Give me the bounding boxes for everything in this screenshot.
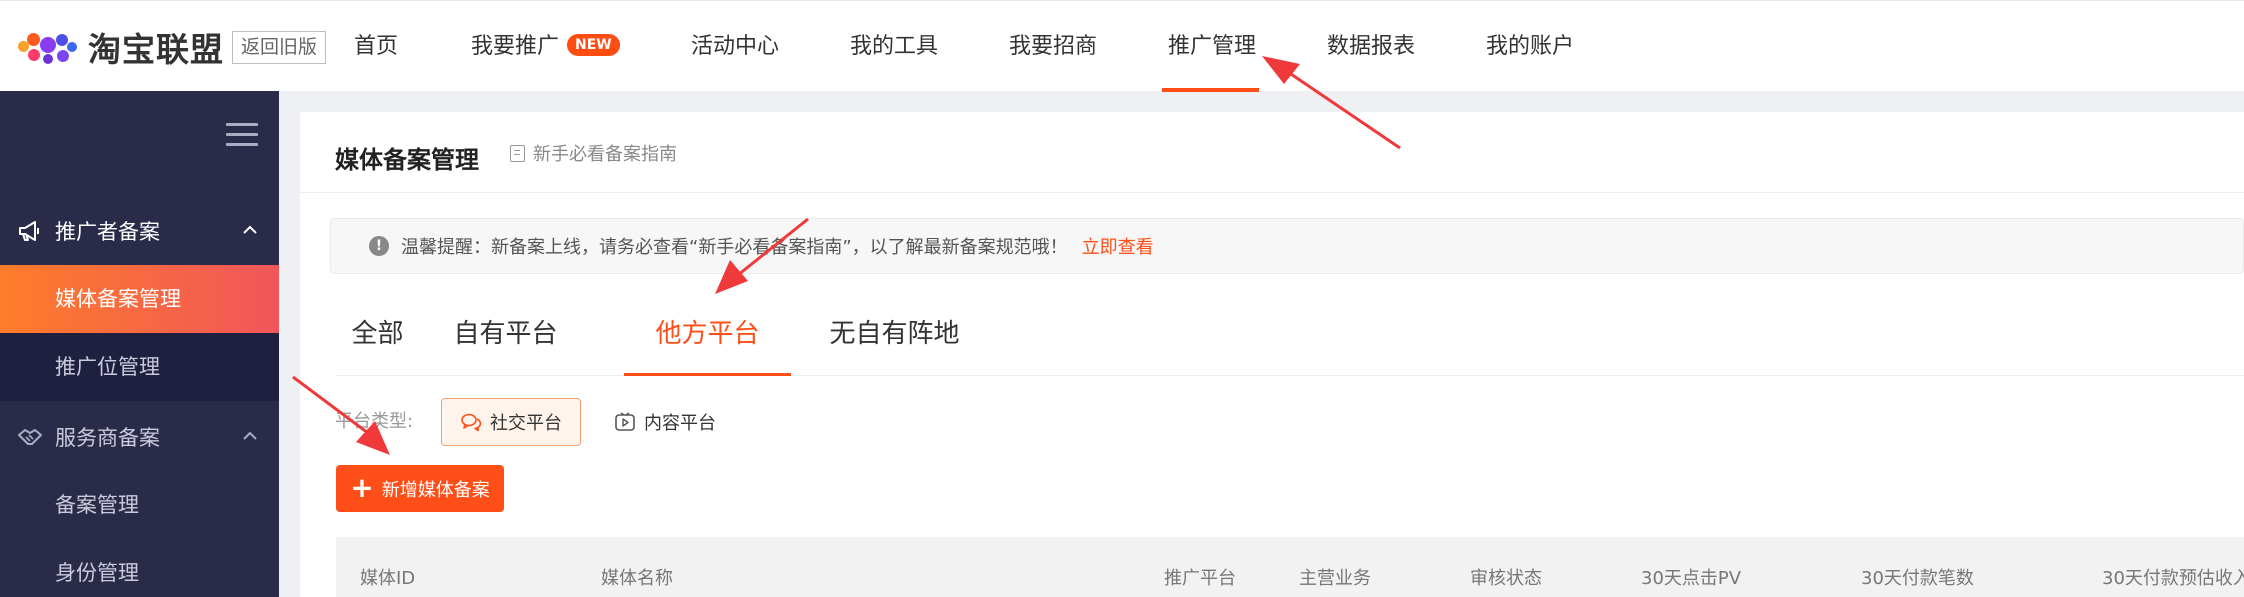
chevron-up-icon bbox=[243, 431, 257, 440]
nav-label: 推广管理 bbox=[1168, 34, 1257, 59]
play-screen-icon bbox=[615, 412, 635, 431]
tab-all[interactable]: 全部 bbox=[335, 288, 420, 376]
beginner-guide-link[interactable]: 新手必看备案指南 bbox=[510, 140, 677, 166]
notice-text: 温馨提醒：新备案上线，请务必查看“新手必看备案指南”，以了解最新备案规范哦！ bbox=[401, 237, 1068, 258]
sidebar-item-filing-management[interactable]: 备案管理 bbox=[0, 471, 279, 539]
column-header: 30天付款预估收入 bbox=[2102, 568, 2244, 589]
notice-bar: ! 温馨提醒：新备案上线，请务必查看“新手必看备案指南”，以了解最新备案规范哦！… bbox=[330, 218, 2244, 274]
divider bbox=[300, 192, 2244, 193]
tab-third-party-platform[interactable]: 他方平台 bbox=[624, 288, 791, 376]
sidebar: 推广者备案 媒体备案管理 推广位管理 服务商备案 备案管理 身份管理 bbox=[0, 91, 279, 597]
nav-my-account[interactable]: 我的账户 bbox=[1486, 1, 1574, 92]
nav-promote[interactable]: 我要推广 NEW bbox=[471, 1, 620, 92]
nav-label: 我的账户 bbox=[1486, 34, 1575, 59]
new-badge: NEW bbox=[567, 34, 620, 56]
nav-home[interactable]: 首页 bbox=[354, 1, 398, 92]
nav-label: 我要推广 bbox=[471, 34, 560, 59]
nav-label: 活动中心 bbox=[691, 34, 780, 59]
button-label: 新增媒体备案 bbox=[381, 479, 490, 501]
column-header: 主营业务 bbox=[1299, 568, 1371, 589]
nav-merchant-recruit[interactable]: 我要招商 bbox=[1009, 1, 1097, 92]
sidebar-group-promoter-filing[interactable]: 推广者备案 bbox=[0, 201, 279, 261]
top-navigation-bar: 淘宝联盟 返回旧版 首页 我要推广 NEW 活动中心 我的工具 我要招商 推广管理… bbox=[0, 0, 2244, 92]
menu-toggle-icon[interactable] bbox=[226, 123, 258, 147]
nav-my-tools[interactable]: 我的工具 bbox=[850, 1, 938, 92]
nav-label: 我要招商 bbox=[1009, 34, 1098, 59]
taobao-union-logo[interactable] bbox=[16, 25, 78, 69]
column-header: 审核状态 bbox=[1470, 568, 1542, 589]
sidebar-group-service-provider-filing[interactable]: 服务商备案 bbox=[0, 407, 279, 467]
nav-activity-center[interactable]: 活动中心 bbox=[691, 1, 779, 92]
document-icon bbox=[510, 144, 525, 162]
guide-link-label: 新手必看备案指南 bbox=[533, 144, 677, 165]
sidebar-item-adzone-management[interactable]: 推广位管理 bbox=[0, 333, 279, 401]
handshake-icon bbox=[18, 429, 42, 445]
table-header: 媒体ID 媒体名称 推广平台 主营业务 审核状态 30天点击PV 30天付款笔数… bbox=[336, 537, 2244, 597]
nav-label: 数据报表 bbox=[1327, 34, 1416, 59]
platform-type-label: 平台类型: bbox=[335, 411, 414, 432]
tab-own-platform[interactable]: 自有平台 bbox=[440, 288, 571, 376]
column-header: 30天点击PV bbox=[1641, 568, 1742, 589]
sidebar-item-identity-management[interactable]: 身份管理 bbox=[0, 539, 279, 597]
main-panel: 媒体备案管理 新手必看备案指南 ! 温馨提醒：新备案上线，请务必查看“新手必看备… bbox=[300, 112, 2244, 597]
return-old-version-button[interactable]: 返回旧版 bbox=[232, 30, 327, 64]
brand: 淘宝联盟 返回旧版 bbox=[16, 23, 327, 71]
column-header: 媒体名称 bbox=[601, 568, 673, 589]
active-nav-indicator bbox=[1162, 88, 1259, 92]
chat-bubble-icon bbox=[461, 413, 482, 432]
sidebar-group-label: 推广者备案 bbox=[55, 220, 160, 244]
chevron-up-icon bbox=[243, 225, 257, 234]
tab-no-own-channel[interactable]: 无自有阵地 bbox=[812, 288, 977, 376]
page-title: 媒体备案管理 bbox=[335, 146, 479, 174]
plus-icon: + bbox=[350, 470, 374, 504]
megaphone-icon bbox=[19, 221, 39, 241]
content-platform-option[interactable]: 内容平台 bbox=[596, 398, 734, 446]
nav-promotion-management[interactable]: 推广管理 bbox=[1168, 1, 1256, 92]
social-platform-option[interactable]: 社交平台 bbox=[441, 398, 581, 446]
view-now-link[interactable]: 立即查看 bbox=[1082, 233, 1154, 259]
option-label: 社交平台 bbox=[490, 413, 562, 434]
nav-label: 首页 bbox=[354, 34, 399, 59]
exclamation-icon: ! bbox=[369, 236, 389, 256]
column-header: 媒体ID bbox=[360, 568, 416, 589]
column-header: 推广平台 bbox=[1164, 568, 1236, 589]
option-label: 内容平台 bbox=[644, 413, 716, 434]
brand-name[interactable]: 淘宝联盟 bbox=[88, 23, 224, 71]
add-media-filing-button[interactable]: + 新增媒体备案 bbox=[336, 465, 504, 512]
nav-label: 我的工具 bbox=[850, 34, 939, 59]
nav-data-reports[interactable]: 数据报表 bbox=[1327, 1, 1415, 92]
sidebar-group-label: 服务商备案 bbox=[55, 426, 160, 450]
sidebar-item-media-filing[interactable]: 媒体备案管理 bbox=[0, 265, 279, 333]
column-header: 30天付款笔数 bbox=[1861, 568, 1974, 589]
platform-tabs: 全部 自有平台 他方平台 无自有阵地 bbox=[335, 288, 2244, 376]
